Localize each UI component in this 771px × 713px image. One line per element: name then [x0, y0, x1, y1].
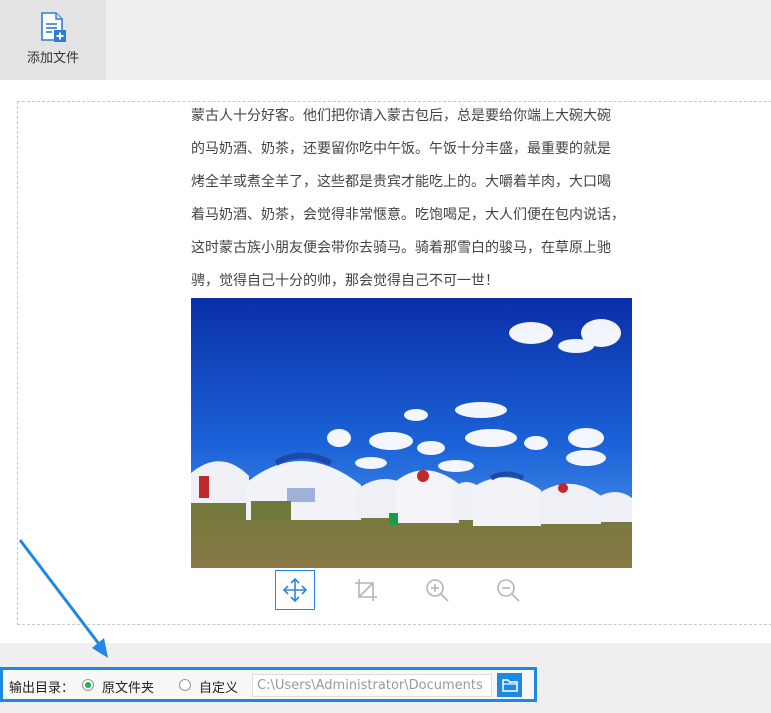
output-bar: 输出目录： 原文件夹 自定义	[0, 643, 771, 713]
output-directory-label: 输出目录：	[9, 681, 75, 696]
crop-icon	[355, 579, 377, 601]
move-tool-button[interactable]	[275, 570, 315, 610]
output-path-input[interactable]	[252, 674, 492, 697]
text-line: 骋，觉得自己十分的帅，那会觉得自己不可一世！	[191, 273, 499, 289]
add-file-button[interactable]: 添加文件	[0, 0, 106, 80]
zoom-out-icon	[497, 579, 520, 602]
text-line: 着马奶酒、奶茶，会觉得非常惬意。吃饱喝足，大人们便在包内说话，	[191, 207, 625, 223]
custom-folder-label[interactable]: 自定义	[199, 677, 238, 696]
text-line: 的马奶酒、奶茶，还要留你吃中午饭。午饭十分丰盛，最重要的就是	[191, 141, 611, 157]
zoom-in-icon	[426, 579, 449, 602]
add-file-icon	[41, 12, 66, 42]
move-icon	[282, 577, 308, 603]
original-folder-radio[interactable]	[82, 679, 94, 691]
zoom-in-button[interactable]	[417, 570, 457, 610]
custom-folder-radio[interactable]	[179, 679, 191, 691]
original-folder-label[interactable]: 原文件夹	[102, 677, 154, 696]
image-toolbar	[275, 570, 535, 610]
text-line: 烤全羊或煮全羊了，这些都是贵宾才能吃上的。大嚼着羊肉，大口喝	[191, 174, 611, 190]
add-file-label: 添加文件	[26, 51, 79, 66]
zoom-out-button[interactable]	[488, 570, 528, 610]
folder-icon	[501, 679, 518, 692]
output-directory-group: 输出目录： 原文件夹 自定义	[0, 667, 537, 702]
toolbar: 添加文件	[0, 0, 771, 80]
browse-folder-button[interactable]	[497, 673, 522, 697]
text-line: 蒙古人十分好客。他们把你请入蒙古包后，总是要给你端上大碗大碗	[191, 108, 611, 124]
document-text: 蒙古人十分好客。他们把你请入蒙古包后，总是要给你端上大碗大碗 的马奶酒、奶茶，还…	[191, 100, 641, 298]
grassland-yurt-photo	[191, 298, 632, 568]
text-line: 这时蒙古族小朋友便会带你去骑马。骑着那雪白的骏马，在草原上驰	[191, 240, 611, 256]
crop-tool-button[interactable]	[346, 570, 386, 610]
